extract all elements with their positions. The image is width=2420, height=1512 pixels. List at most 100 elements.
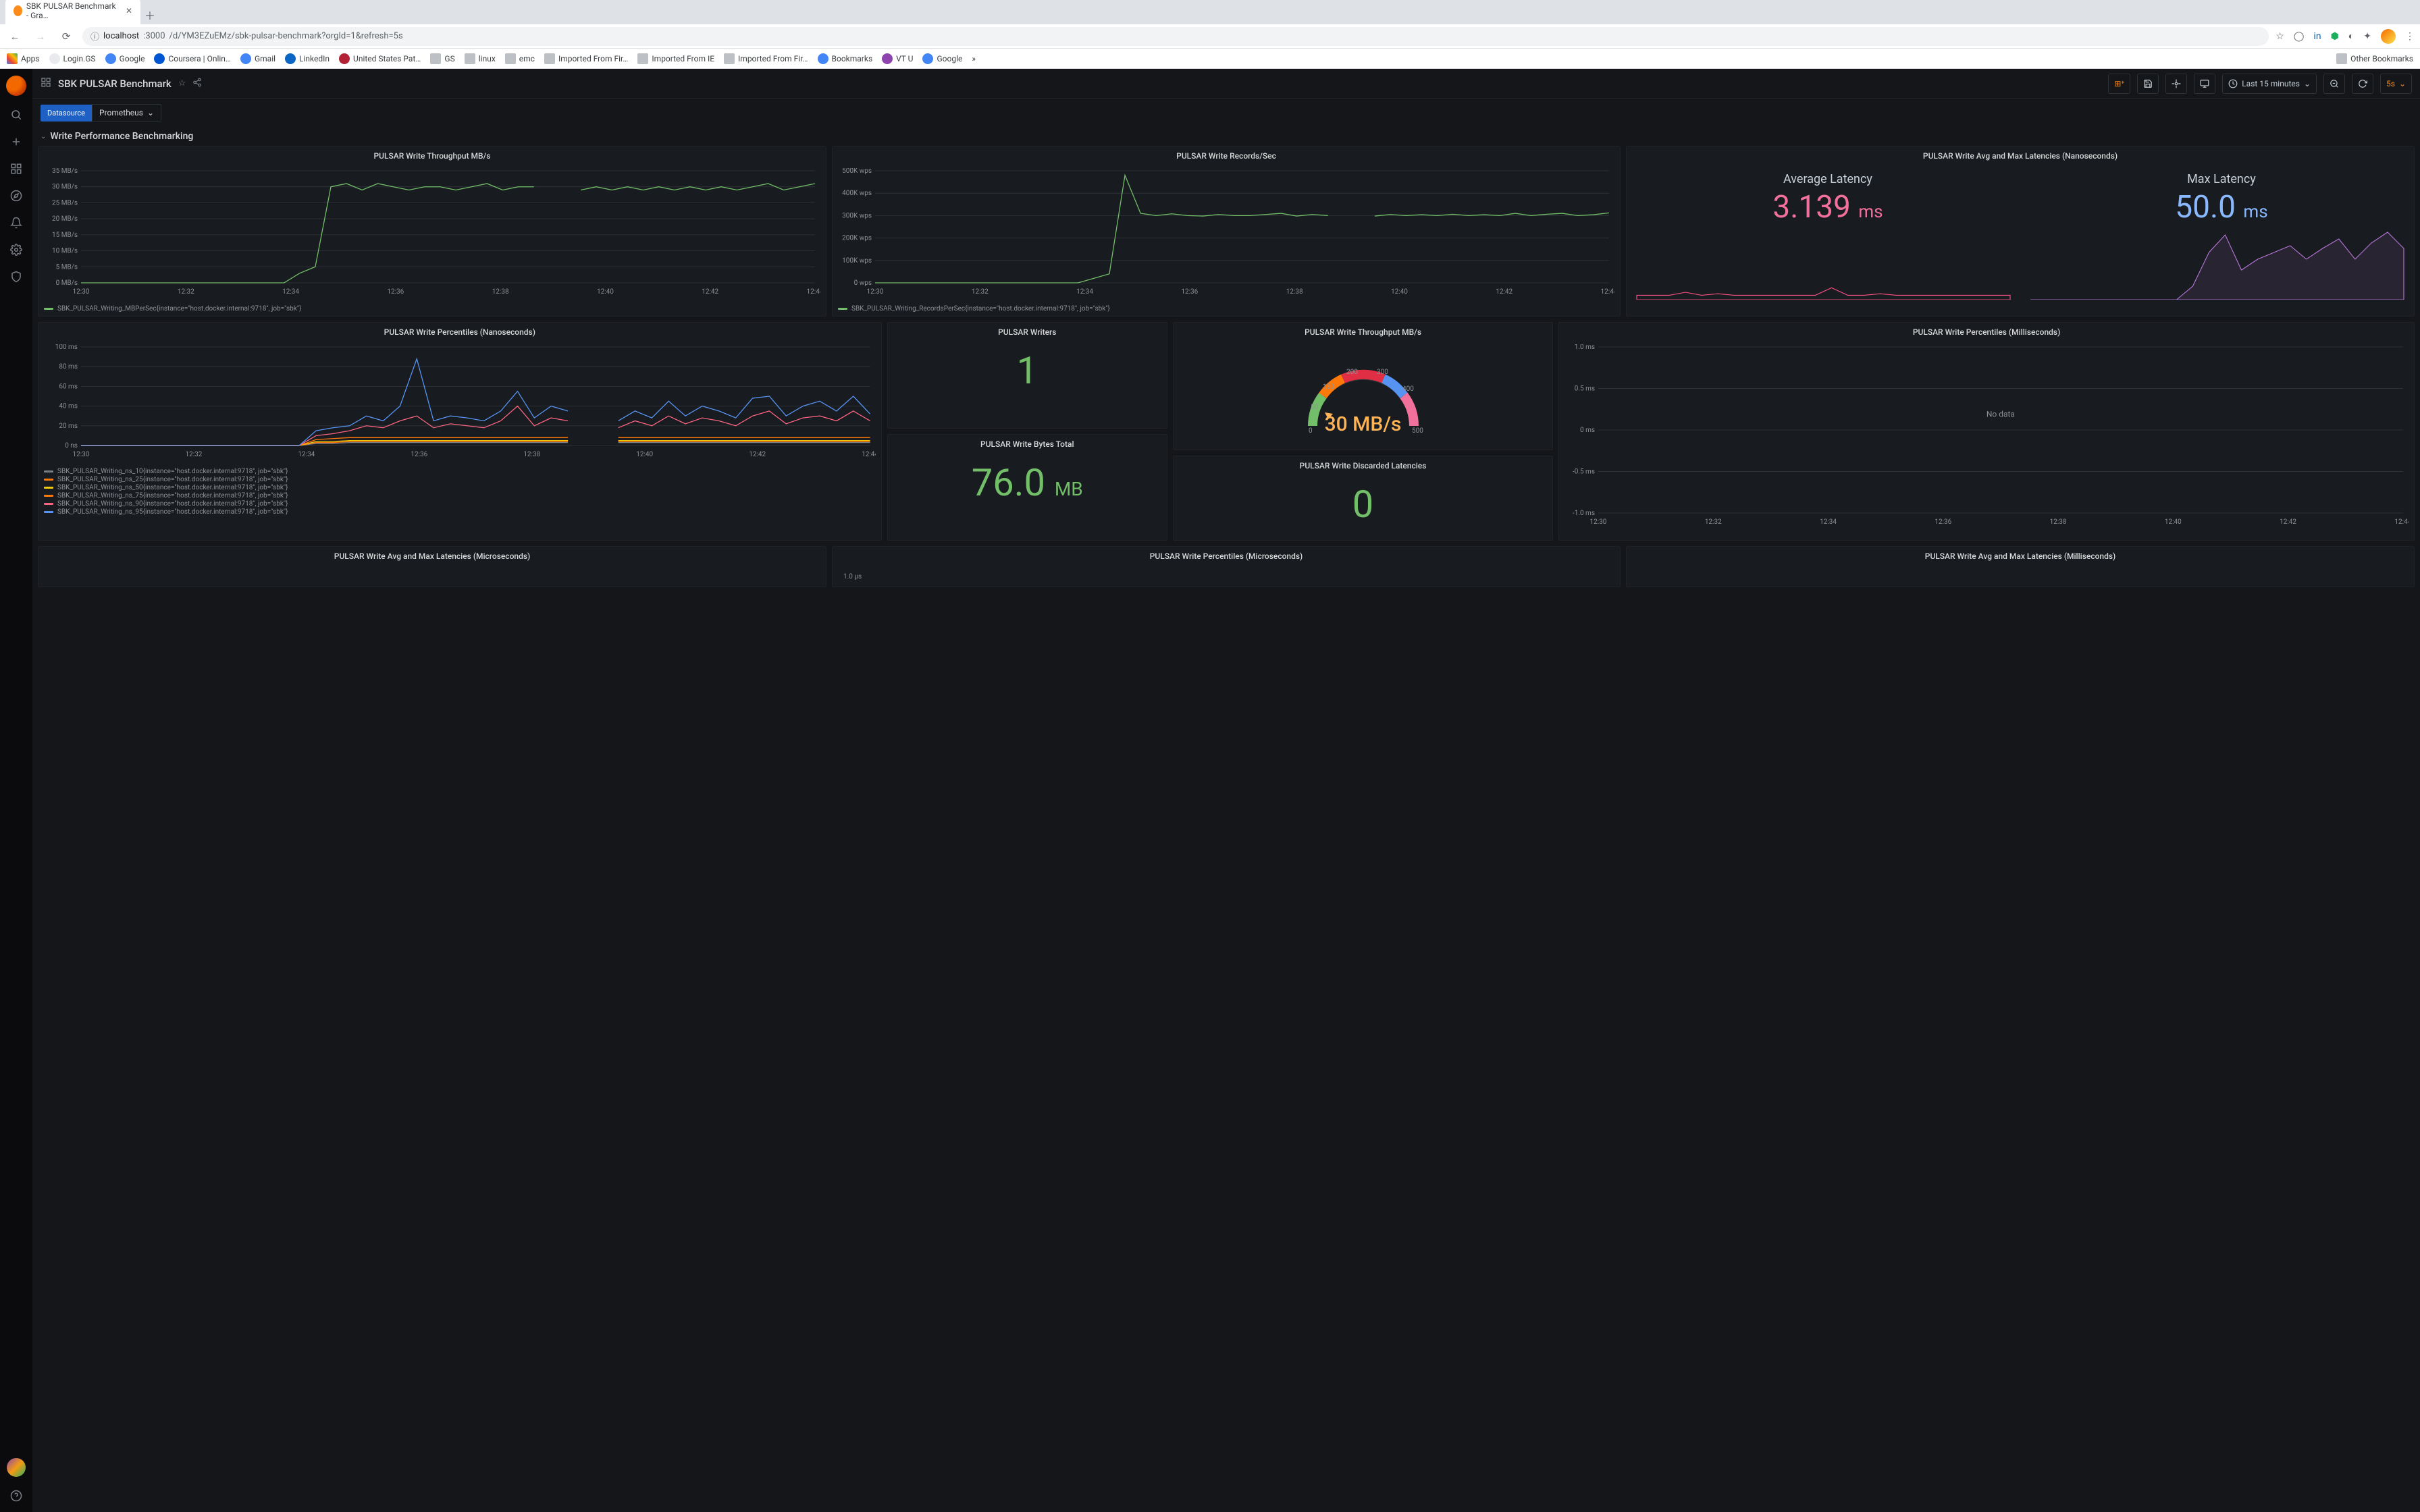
svg-text:300K wps: 300K wps	[842, 212, 872, 219]
reload-button[interactable]: ⟳	[57, 30, 76, 43]
legend-label: SBK_PULSAR_Writing_RecordsPerSec{instanc…	[851, 305, 1110, 313]
stat-unit: MB	[1055, 478, 1083, 500]
bookmark-item[interactable]: Bookmarks	[818, 53, 873, 64]
row-header[interactable]: ⌄ Write Performance Benchmarking	[32, 127, 2420, 146]
refresh-button[interactable]	[2352, 74, 2373, 94]
user-avatar[interactable]	[7, 1458, 26, 1477]
tv-mode-button[interactable]	[2194, 74, 2215, 94]
share-icon[interactable]	[192, 78, 202, 90]
new-tab-button[interactable]: ＋	[140, 5, 159, 24]
close-tab-icon[interactable]: ✕	[126, 6, 132, 16]
browser-tab[interactable]: SBK PULSAR Benchmark - Gra… ✕	[5, 0, 140, 24]
star-dashboard-icon[interactable]: ☆	[178, 78, 186, 88]
svg-text:12:40: 12:40	[1391, 288, 1408, 296]
bookmarks-overflow[interactable]: »	[972, 54, 976, 63]
legend-label: SBK_PULSAR_Writing_ns_90{instance="host.…	[57, 500, 288, 508]
plus-icon[interactable]	[8, 134, 24, 150]
gear-icon[interactable]	[8, 242, 24, 258]
svg-text:100 ms: 100 ms	[55, 344, 78, 351]
add-panel-button[interactable]: ⊞⁺	[2108, 74, 2130, 94]
panel-title: PULSAR Write Percentiles (Microseconds)	[833, 547, 1620, 566]
star-icon[interactable]: ☆	[2276, 31, 2284, 42]
url-port: :3000	[143, 31, 165, 41]
grafana-favicon	[14, 5, 22, 16]
bookmark-item[interactable]: LinkedIn	[285, 53, 330, 64]
page-title: SBK PULSAR Benchmark	[58, 78, 172, 90]
bookmark-folder[interactable]: emc	[505, 53, 535, 64]
stat-value: 3.139	[1772, 189, 1851, 225]
svg-text:300: 300	[1377, 369, 1388, 376]
svg-text:400K wps: 400K wps	[842, 190, 872, 197]
svg-text:12:42: 12:42	[1496, 288, 1512, 296]
bookmark-item[interactable]: Google	[105, 53, 145, 64]
svg-text:100K wps: 100K wps	[842, 257, 872, 265]
panel-title: PULSAR Write Avg and Max Latencies (Nano…	[1627, 146, 2414, 165]
panel-title: PULSAR Write Throughput MB/s	[38, 146, 826, 165]
panel-discarded[interactable]: PULSAR Write Discarded Latencies 0	[1173, 456, 1553, 541]
extension-icon-3[interactable]: ◐	[2348, 30, 2354, 42]
panel-percentiles-ns[interactable]: PULSAR Write Percentiles (Nanoseconds) 0…	[38, 322, 882, 541]
panel-latencies-us[interactable]: PULSAR Write Avg and Max Latencies (Micr…	[38, 546, 826, 587]
panel-latencies-ms[interactable]: PULSAR Write Avg and Max Latencies (Mill…	[1626, 546, 2415, 587]
bookmark-item[interactable]: Coursera | Onlin…	[154, 53, 231, 64]
panel-records-sec[interactable]: PULSAR Write Records/Sec 0 wps100K wps20…	[832, 146, 1621, 317]
panel-title: PULSAR Write Avg and Max Latencies (Mill…	[1627, 547, 2414, 566]
bookmark-item[interactable]: Login.GS	[49, 53, 96, 64]
panel-gauge[interactable]: PULSAR Write Throughput MB/s 0 50	[1173, 322, 1553, 450]
alert-icon[interactable]	[8, 215, 24, 231]
panel-percentiles-us[interactable]: PULSAR Write Percentiles (Microseconds) …	[832, 546, 1621, 587]
time-range-picker[interactable]: Last 15 minutes ⌄	[2222, 74, 2317, 94]
panel-bytes-total[interactable]: PULSAR Write Bytes Total 76.0 MB	[887, 434, 1167, 541]
svg-text:12:40: 12:40	[636, 451, 653, 458]
panel-writers[interactable]: PULSAR Writers 1	[887, 322, 1167, 429]
stat-value: 76.0	[972, 460, 1045, 505]
bookmark-folder[interactable]: Imported From Fir…	[544, 53, 628, 64]
panel-title: PULSAR Write Bytes Total	[888, 435, 1167, 454]
bookmark-folder[interactable]: GS	[430, 53, 454, 64]
svg-text:0 ns: 0 ns	[65, 442, 78, 450]
chevron-down-icon: ⌄	[41, 133, 46, 140]
settings-button[interactable]	[2165, 74, 2187, 94]
save-button[interactable]	[2137, 74, 2159, 94]
search-icon[interactable]	[8, 107, 24, 123]
refresh-interval-picker[interactable]: 5s⌄	[2380, 74, 2412, 94]
svg-text:30 MB/s: 30 MB/s	[52, 184, 78, 191]
menu-icon[interactable]: ⋮	[2405, 31, 2415, 42]
chevron-down-icon: ⌄	[147, 108, 154, 117]
address-bar[interactable]: ⓘ localhost:3000/d/YM3EZuEMz/sbk-pulsar-…	[82, 27, 2269, 46]
svg-text:12:38: 12:38	[1286, 288, 1303, 296]
other-bookmarks[interactable]: Other Bookmarks	[2336, 53, 2413, 64]
svg-text:500K wps: 500K wps	[842, 168, 872, 175]
bookmark-item[interactable]: VT U	[882, 53, 913, 64]
extension-icon[interactable]: ◯	[2294, 31, 2305, 42]
variable-value-selector[interactable]: Prometheus⌄	[92, 104, 161, 122]
bookmark-item[interactable]: United States Pat…	[339, 53, 421, 64]
svg-text:400: 400	[1402, 385, 1414, 393]
shield-icon[interactable]	[8, 269, 24, 285]
bookmark-item[interactable]: Google	[922, 53, 962, 64]
stat-value: 0	[1174, 475, 1552, 540]
panel-latencies-ns[interactable]: PULSAR Write Avg and Max Latencies (Nano…	[1626, 146, 2415, 317]
bookmark-folder[interactable]: linux	[465, 53, 496, 64]
bookmark-item[interactable]: Gmail	[240, 53, 275, 64]
extensions-icon[interactable]: ✦	[2363, 31, 2371, 42]
gauge-value: 30 MB/s	[1325, 412, 1402, 436]
forward-button[interactable]: →	[31, 30, 50, 43]
extension-icon-2[interactable]: ⬢	[2331, 31, 2339, 42]
apps-button[interactable]: Apps	[7, 53, 40, 64]
back-button[interactable]: ←	[5, 30, 24, 43]
linkedin-icon[interactable]: in	[2313, 31, 2321, 42]
bookmark-folder[interactable]: Imported From IE	[637, 53, 714, 64]
bookmark-folder[interactable]: Imported From Fir…	[724, 53, 808, 64]
zoom-out-button[interactable]	[2323, 74, 2345, 94]
panel-throughput-mb[interactable]: PULSAR Write Throughput MB/s 0 MB/s5 MB/…	[38, 146, 826, 317]
avatar-icon[interactable]	[2381, 29, 2396, 44]
explore-icon[interactable]	[8, 188, 24, 204]
svg-text:50: 50	[1311, 404, 1319, 411]
url-path: /d/YM3EZuEMz/sbk-pulsar-benchmark?orgId=…	[169, 31, 403, 41]
dashboards-icon[interactable]	[8, 161, 24, 177]
help-icon[interactable]	[8, 1488, 24, 1504]
svg-text:12:36: 12:36	[1935, 518, 1951, 526]
grafana-logo[interactable]	[6, 76, 26, 96]
panel-percentiles-ms[interactable]: PULSAR Write Percentiles (Milliseconds) …	[1558, 322, 2415, 541]
